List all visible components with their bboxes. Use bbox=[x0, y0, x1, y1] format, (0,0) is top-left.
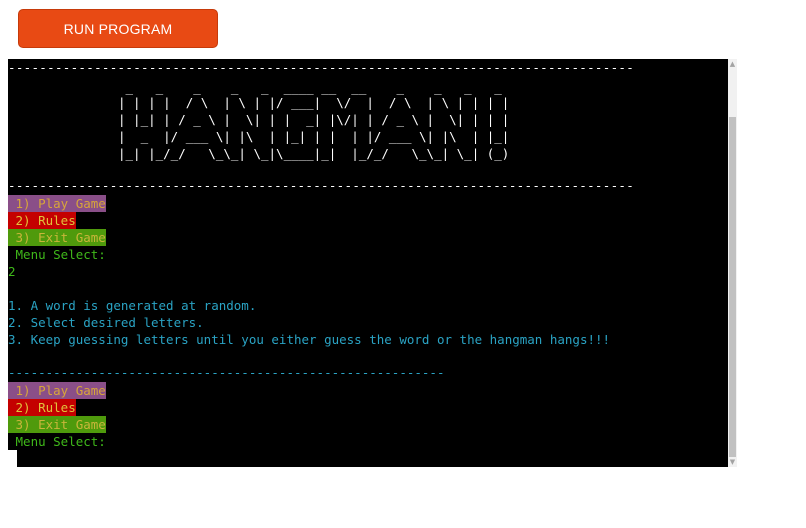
scrollbar-thumb[interactable] bbox=[729, 117, 736, 457]
ascii-banner-line: | _ |/ ___ \| |\ | |_| | | | |/ ___ \| |… bbox=[118, 129, 510, 144]
run-program-button[interactable]: RUN PROGRAM bbox=[18, 9, 218, 48]
menu-item-play-game: 1) Play Game bbox=[8, 382, 106, 399]
menu-select-prompt: Menu Select: bbox=[8, 247, 106, 262]
rules-line: 3. Keep guessing letters until you eithe… bbox=[8, 332, 611, 347]
menu-item-exit-game: 3) Exit Game bbox=[8, 416, 106, 433]
ascii-banner-line: |_| |_/_/ \_\_| \_|\____|_| |_/_/ \_\_| … bbox=[118, 146, 510, 161]
menu-item-play-game: 1) Play Game bbox=[8, 195, 106, 212]
ascii-banner-line: | | | | / \ | \ | |/ ___| \/ | / \ | \ |… bbox=[118, 95, 510, 110]
menu-item-rules: 2) Rules bbox=[8, 399, 76, 416]
terminal-rule-mid: ----------------------------------------… bbox=[8, 178, 635, 193]
terminal-corner-gap bbox=[8, 450, 17, 468]
rules-line: 2. Select desired letters. bbox=[8, 315, 204, 330]
user-input-echo: 2 bbox=[8, 264, 16, 279]
triangle-down-icon[interactable]: ▼ bbox=[728, 457, 737, 467]
ascii-banner-line: | |_| | / _ \ | \| | | _| |\/| | / _ \ |… bbox=[118, 112, 510, 127]
terminal-rule-short: ----------------------------------------… bbox=[8, 365, 445, 380]
terminal-scrollbar[interactable]: ▲ ▼ bbox=[728, 59, 737, 467]
menu-select-prompt[interactable]: Menu Select: bbox=[8, 433, 106, 450]
terminal-rule-top: ----------------------------------------… bbox=[8, 60, 635, 75]
menu-item-exit-game: 3) Exit Game bbox=[8, 229, 106, 246]
menu-item-rules: 2) Rules bbox=[8, 212, 76, 229]
rules-line: 1. A word is generated at random. bbox=[8, 298, 257, 313]
terminal[interactable]: ----------------------------------------… bbox=[8, 59, 728, 467]
triangle-up-icon[interactable]: ▲ bbox=[728, 59, 737, 69]
